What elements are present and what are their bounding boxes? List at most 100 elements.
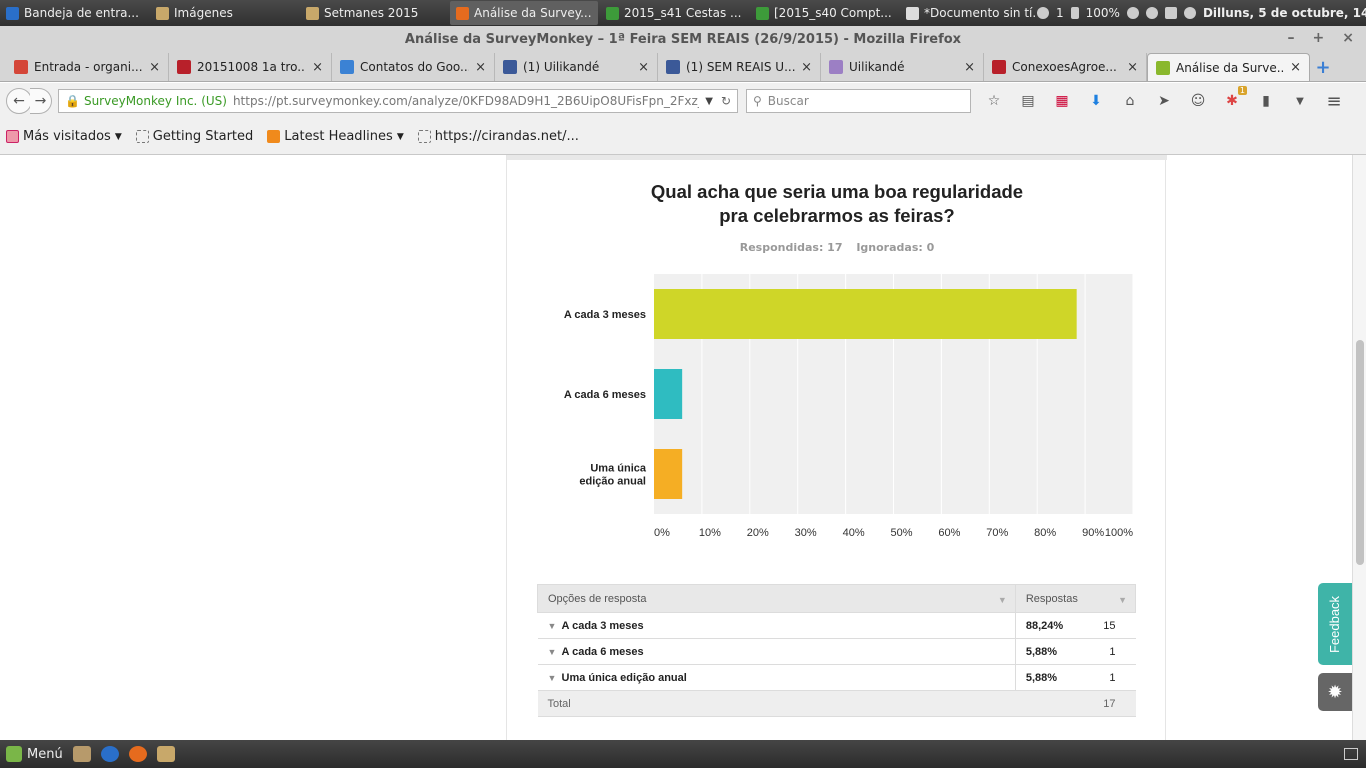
column-header-responses[interactable]: Respostas ▼ (1014, 584, 1137, 613)
thunderbird-launcher-icon[interactable] (100, 746, 119, 762)
clipboard-icon[interactable]: ▮ (1257, 92, 1275, 110)
table-row[interactable]: ▼ A cada 6 meses 5,88% 1 (537, 638, 1136, 665)
row-expand-icon[interactable]: ▼ (537, 612, 562, 639)
browser-tab[interactable]: ConexoesAgroe... × (984, 53, 1147, 81)
forward-button[interactable]: → (30, 88, 52, 114)
feedback-button[interactable]: Feedback (1318, 583, 1352, 665)
browser-tab[interactable]: Contatos do Goo... × (332, 53, 495, 81)
browser-tab[interactable]: (1) Uilikandé × (495, 53, 658, 81)
tab-close-icon[interactable]: × (312, 60, 323, 75)
chat-icon[interactable]: ☺ (1189, 92, 1207, 110)
panel-window-item[interactable]: Análise da Survey... (450, 1, 598, 25)
clock[interactable]: Dilluns, 5 de octubre, 14:30 (1203, 6, 1366, 20)
tab-label: Contatos do Goo... (360, 60, 470, 74)
bookmark-item[interactable]: https://cirandas.net/... (417, 129, 579, 144)
panel-window-item[interactable]: Imágenes (150, 1, 298, 25)
panel-window-item[interactable]: 2015_s41 Cestas ... (600, 1, 748, 25)
bookmark-item[interactable]: Latest Headlines ▼ (267, 129, 404, 144)
tab-close-icon[interactable]: × (801, 60, 812, 75)
row-expand-icon[interactable]: ▼ (537, 638, 562, 665)
total-label: Total (537, 690, 1085, 717)
page-scrollbar[interactable] (1352, 155, 1366, 740)
bookmark-item[interactable]: Getting Started (135, 129, 253, 144)
maximize-icon[interactable]: + (1313, 30, 1325, 46)
url-bar[interactable]: 🔒 SurveyMonkey Inc. (US) https://pt.surv… (58, 89, 738, 113)
minimize-icon[interactable]: – (1288, 30, 1295, 46)
tab-close-icon[interactable]: × (1127, 60, 1138, 75)
bookmark-folder-icon (6, 130, 19, 143)
browser-tab[interactable]: Análise da Surve... × (1147, 53, 1310, 81)
sort-caret-icon[interactable]: ▼ (1118, 595, 1127, 605)
answer-count: 1 (1084, 664, 1136, 691)
thunderbird-icon (6, 6, 19, 20)
firefox-launcher-icon[interactable] (128, 746, 147, 762)
reload-icon[interactable]: ↻ (721, 94, 731, 108)
answered-count: Respondidas: 17 (739, 241, 843, 254)
x-tick-label: 40% (843, 527, 865, 539)
bar[interactable] (654, 289, 1077, 339)
menu-button[interactable]: Menú (6, 746, 63, 762)
panel-window-label: [2015_s40 Compt... (774, 6, 892, 20)
column-header-options[interactable]: Opções de resposta ▼ (537, 584, 1016, 613)
mint-logo-icon (6, 746, 22, 762)
volume-icon[interactable] (1145, 7, 1158, 19)
category-label: edição anual (579, 476, 646, 488)
bookmark-item[interactable]: Más visitados ▼ (6, 129, 122, 144)
download-icon[interactable]: ⬇ (1087, 92, 1105, 110)
search-input[interactable]: ⚲ Buscar (746, 89, 971, 113)
bug-report-button[interactable]: ✹ (1318, 673, 1352, 711)
question-title-line2: pra celebrarmos as feiras? (719, 205, 955, 226)
table-body: ▼ A cada 3 meses 88,24% 15 ▼ A cada 6 meses 5,… (537, 612, 1136, 717)
folder-launcher-icon[interactable] (156, 746, 175, 762)
addon-icon[interactable]: ✱ 1 (1223, 86, 1247, 110)
menu-label: Menú (27, 746, 63, 762)
tab-close-icon[interactable]: × (475, 60, 486, 75)
bar[interactable] (654, 449, 683, 499)
panel-window-item[interactable]: Bandeja de entra... (0, 1, 148, 25)
info-icon[interactable] (1037, 7, 1049, 19)
wifi-icon[interactable] (1126, 7, 1139, 19)
battery-icon[interactable] (1070, 7, 1079, 19)
bar[interactable] (654, 369, 683, 419)
answer-count: 1 (1084, 638, 1136, 665)
url-dropdown-icon[interactable]: ▼ (705, 96, 713, 107)
browser-tab[interactable]: Entrada - organi... × (6, 53, 169, 81)
lock-icon[interactable]: 🔒 (65, 94, 80, 108)
window-title: Análise da SurveyMonkey – 1ª Feira SEM R… (404, 31, 962, 47)
reading-list-icon[interactable]: ▤ (1019, 92, 1037, 110)
panel-window-item[interactable]: [2015_s40 Compt... (750, 1, 898, 25)
site-identity[interactable]: SurveyMonkey Inc. (US) (84, 94, 227, 108)
sort-caret-icon[interactable]: ▼ (998, 595, 1007, 605)
file-manager-launcher-icon[interactable] (72, 746, 91, 762)
bookmark-star-icon[interactable]: ☆ (985, 92, 1003, 110)
tab-close-icon[interactable]: × (964, 60, 975, 75)
tab-close-icon[interactable]: × (638, 60, 649, 75)
update-icon[interactable] (1164, 7, 1177, 19)
home-icon[interactable]: ⌂ (1121, 92, 1139, 110)
panel-window-item[interactable]: *Documento sin tí... (900, 1, 1035, 25)
extension-grid-icon[interactable]: ▦ (1053, 92, 1071, 110)
menu-icon[interactable]: ≡ (1325, 91, 1343, 112)
shield-icon[interactable] (1183, 7, 1196, 19)
scrollbar-thumb[interactable] (1356, 340, 1364, 565)
panel-window-item[interactable]: Setmanes 2015 (300, 1, 448, 25)
page-icon (417, 130, 431, 143)
window-list: Bandeja de entra... Imágenes Setmanes 2015… (0, 1, 1037, 25)
new-tab-button[interactable]: + (1310, 53, 1336, 81)
row-expand-icon[interactable]: ▼ (537, 664, 562, 691)
browser-tab[interactable]: 20151008 1a tro... × (169, 53, 332, 81)
send-icon[interactable]: ➤ (1155, 92, 1173, 110)
table-row[interactable]: ▼ Uma única edição anual 5,88% 1 (537, 664, 1136, 691)
show-desktop-icon[interactable] (1344, 748, 1358, 760)
close-icon[interactable]: × (1342, 30, 1354, 46)
browser-tab[interactable]: (1) SEM REAIS U... × (658, 53, 821, 81)
toolbar-dropdown-icon[interactable]: ▼ (1291, 92, 1309, 110)
x-tick-label: 0% (654, 527, 670, 539)
tab-close-icon[interactable]: × (149, 60, 160, 75)
tab-close-icon[interactable]: × (1290, 60, 1301, 75)
url-text[interactable]: https://pt.surveymonkey.com/analyze/0KFD… (233, 94, 699, 108)
table-row[interactable]: ▼ A cada 3 meses 88,24% 15 (537, 612, 1136, 639)
arrow-right-icon: → (34, 93, 47, 109)
back-button[interactable]: ← (6, 88, 32, 114)
browser-tab[interactable]: Uilikandé × (821, 53, 984, 81)
